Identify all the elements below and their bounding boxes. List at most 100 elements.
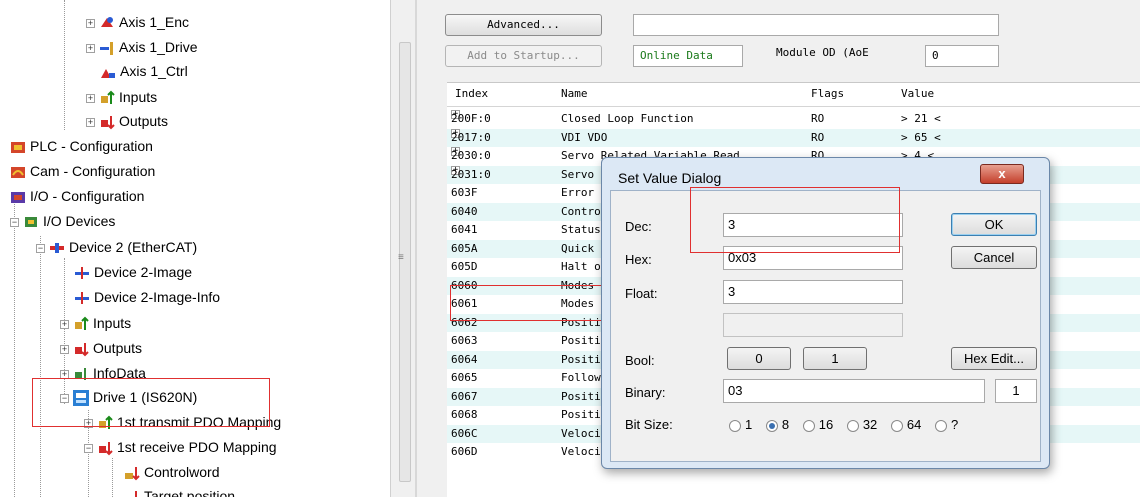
cell-value: > 21 < xyxy=(901,112,941,125)
expand-icon[interactable]: + xyxy=(60,319,69,329)
tree-item-controlword[interactable]: Controlword xyxy=(124,461,219,483)
tree-item-label: Outputs xyxy=(93,340,143,356)
tree-item-label: Inputs xyxy=(93,315,132,331)
float-input[interactable]: 3 xyxy=(723,280,903,304)
bool-label: Bool: xyxy=(625,353,655,368)
top-text-field[interactable] xyxy=(633,14,999,36)
binary-input[interactable]: 03 xyxy=(723,379,985,403)
output-var-icon xyxy=(124,489,140,497)
tree-item-label: Axis 1_Drive xyxy=(119,39,198,55)
tree-line xyxy=(112,458,113,497)
col-flags[interactable]: Flags xyxy=(811,87,844,100)
tree-item-axis1-enc[interactable]: + Axis 1_Enc xyxy=(86,11,189,33)
output-var-icon xyxy=(124,465,140,481)
tree-item-device2-image-info[interactable]: Device 2-Image-Info xyxy=(74,286,220,308)
radio-icon xyxy=(729,419,741,432)
ok-button[interactable]: OK xyxy=(951,213,1037,236)
cell-name: Positi xyxy=(561,352,601,366)
cell-index-text: 6064 xyxy=(451,352,478,366)
bool-1-button[interactable]: 1 xyxy=(803,347,867,370)
collapse-icon[interactable]: − xyxy=(10,217,19,227)
cell-index-text: 2031:0 xyxy=(451,167,491,181)
bitsize-option-8[interactable]: 8 xyxy=(765,417,789,432)
tree-item-label: Outputs xyxy=(119,113,169,129)
bitsize-option-64[interactable]: 64 xyxy=(890,417,921,432)
tree-item-io-config[interactable]: I/O - Configuration xyxy=(10,185,144,207)
bitsize-option-32[interactable]: 32 xyxy=(846,417,877,432)
tree-item-plc-config[interactable]: PLC - Configuration xyxy=(10,135,153,157)
cell-name: Positi xyxy=(561,334,601,347)
image-info-icon xyxy=(74,290,90,306)
bitsize-group: 1 8 16 32 64 ? xyxy=(729,417,958,432)
tree-item-label: PLC - Configuration xyxy=(30,138,153,154)
cell-index-text: 603F xyxy=(451,186,478,199)
cell-name: Halt o xyxy=(561,260,601,273)
bitsize-option-label: ? xyxy=(951,417,959,432)
bitsize-option-16[interactable]: 16 xyxy=(802,417,834,432)
col-index[interactable]: Index xyxy=(455,87,488,100)
hex-label: Hex: xyxy=(625,252,652,267)
cell-index-text: 200F:0 xyxy=(451,112,491,125)
collapse-icon[interactable]: − xyxy=(36,243,45,253)
inputs-icon xyxy=(73,316,89,332)
tree-item-io-devices[interactable]: − I/O Devices xyxy=(10,210,115,232)
radio-icon xyxy=(846,419,859,432)
cell-name: VDI VDO xyxy=(561,130,608,144)
tree-item-label: Device 2-Image xyxy=(94,264,193,280)
grip-icon: ≡ xyxy=(398,252,404,263)
tree-item-outputs-2[interactable]: + Outputs xyxy=(60,337,142,359)
tree-item-device2-image[interactable]: Device 2-Image xyxy=(74,261,192,283)
module-od-field[interactable]: 0 xyxy=(925,45,999,67)
drive-icon xyxy=(99,40,115,56)
tree-item-outputs[interactable]: + Outputs xyxy=(86,110,168,132)
highlight-box xyxy=(690,187,900,253)
pane-splitter[interactable]: ≡ xyxy=(390,0,418,497)
tree-item-device2[interactable]: − Device 2 (EtherCAT) xyxy=(36,236,197,258)
expand-icon[interactable]: + xyxy=(86,117,95,127)
outputs-icon xyxy=(97,440,113,456)
close-button[interactable]: x xyxy=(980,164,1024,184)
tree-item-label: Cam - Configuration xyxy=(30,163,156,179)
cell-index-text: 605D xyxy=(451,260,478,273)
bitsize-option-1[interactable]: 1 xyxy=(729,417,752,432)
add-to-startup-button[interactable]: Add to Startup... xyxy=(445,45,602,67)
table-row[interactable]: +200F:0 Closed Loop Function RO > 21 < xyxy=(447,110,1140,129)
tree-item-cam-config[interactable]: Cam - Configuration xyxy=(10,160,155,182)
cancel-button[interactable]: Cancel xyxy=(951,246,1037,269)
hex-edit-button[interactable]: Hex Edit... xyxy=(951,347,1037,370)
extra-input xyxy=(723,313,903,337)
col-value[interactable]: Value xyxy=(901,87,934,100)
tree-item-inputs-2[interactable]: + Inputs xyxy=(60,312,131,334)
cell-index-text: 6040 xyxy=(451,204,478,218)
project-tree: + Axis 1_Enc + Axis 1_Drive Axis 1_Ctrl + I… xyxy=(0,0,390,497)
table-row[interactable]: +2017:0 VDI VDO RO > 65 < xyxy=(447,128,1140,147)
cell-index-text: 6065 xyxy=(451,371,478,384)
expand-icon[interactable]: + xyxy=(86,43,95,53)
cell-flags: RO xyxy=(811,130,825,144)
col-name[interactable]: Name xyxy=(561,87,588,100)
outputs-icon xyxy=(73,341,89,357)
tree-item-target-position[interactable]: Target position xyxy=(124,485,235,497)
expand-icon[interactable]: + xyxy=(86,93,95,103)
tree-item-axis1-drive[interactable]: + Axis 1_Drive xyxy=(86,36,198,58)
advanced-button[interactable]: Advanced... xyxy=(445,14,602,36)
bitsize-option-unknown[interactable]: ? xyxy=(935,417,958,432)
bitsize-option-label: 16 xyxy=(818,417,834,432)
expand-icon[interactable]: + xyxy=(86,18,95,28)
cell-index-text: 606C xyxy=(451,426,478,440)
collapse-icon[interactable]: − xyxy=(84,443,93,453)
cell-name: Positi xyxy=(561,389,601,403)
tree-item-axis1-ctrl[interactable]: Axis 1_Ctrl xyxy=(100,60,188,82)
expand-icon[interactable]: + xyxy=(60,344,69,354)
tree-item-label: Controlword xyxy=(144,464,220,480)
tree-item-1st-receive-pdo[interactable]: − 1st receive PDO Mapping xyxy=(84,436,277,458)
cell-index-text: 6063 xyxy=(451,334,478,347)
bool-0-button[interactable]: 0 xyxy=(727,347,791,370)
radio-icon xyxy=(935,419,947,432)
tree-item-label: Device 2 (EtherCAT) xyxy=(69,239,198,255)
tree-item-inputs[interactable]: + Inputs xyxy=(86,86,157,108)
plc-icon xyxy=(10,139,26,155)
ethercat-icon xyxy=(49,240,65,256)
encoder-icon xyxy=(99,15,115,31)
cell-index-text: 2017:0 xyxy=(451,130,491,144)
